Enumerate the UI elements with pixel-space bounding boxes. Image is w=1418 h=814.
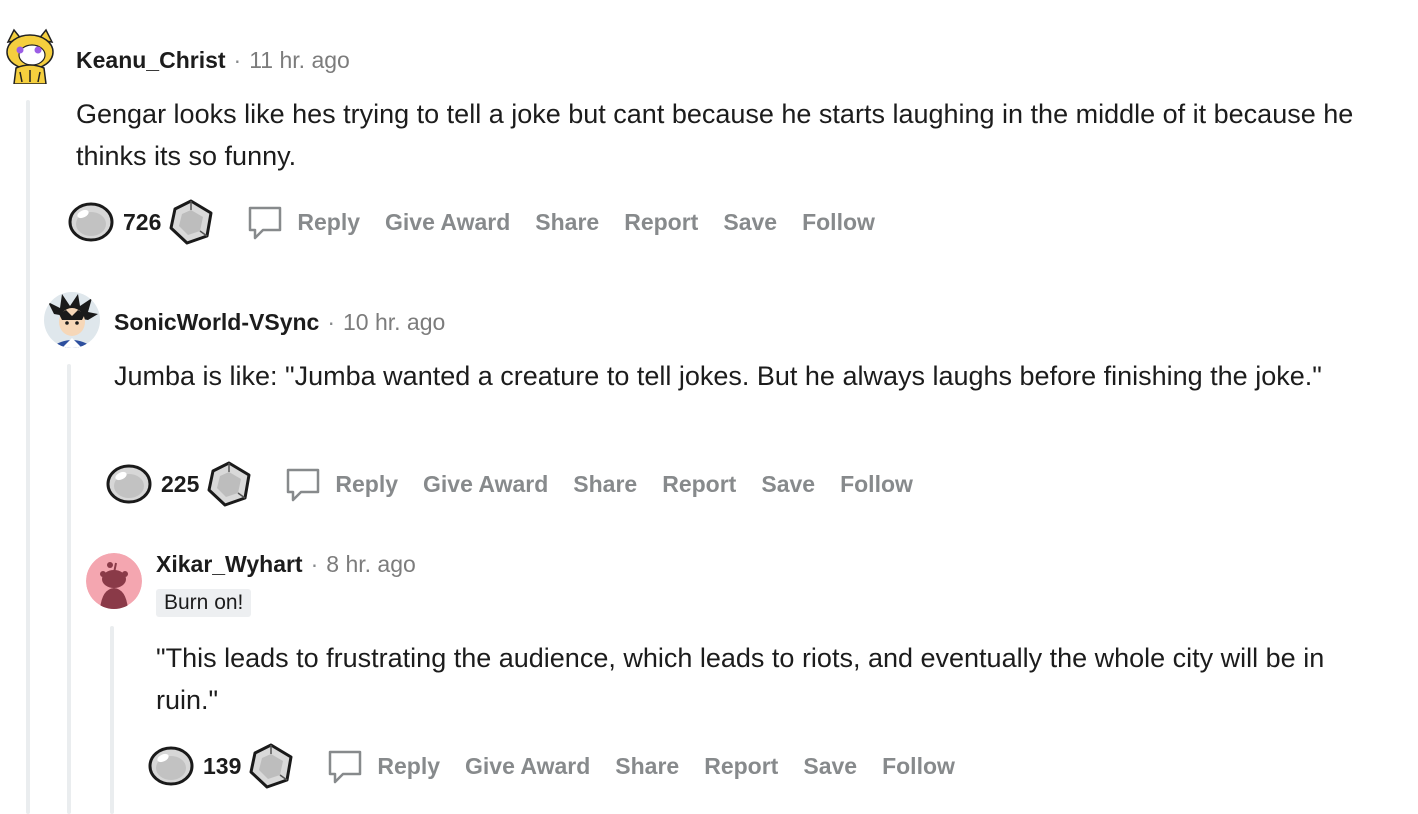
reply-button[interactable]: Reply xyxy=(377,753,440,780)
reply-icon[interactable] xyxy=(283,464,323,504)
thread-line-level-1[interactable] xyxy=(26,100,30,814)
share-button[interactable]: Share xyxy=(535,209,599,236)
vote-score: 139 xyxy=(203,752,242,779)
reply-button[interactable]: Reply xyxy=(335,471,398,498)
save-button[interactable]: Save xyxy=(723,209,777,236)
share-button[interactable]: Share xyxy=(573,471,637,498)
give-award-button[interactable]: Give Award xyxy=(423,471,548,498)
share-button[interactable]: Share xyxy=(615,753,679,780)
comment-action-bar: 225 Reply Give Award Share Report Save F… xyxy=(105,460,938,508)
comment-body: Jumba is like: "Jumba wanted a creature … xyxy=(114,361,1322,391)
save-button[interactable]: Save xyxy=(803,753,857,780)
user-avatar[interactable] xyxy=(44,292,100,348)
snoo-cat-avatar-icon xyxy=(6,28,54,84)
upvote-orb-icon[interactable] xyxy=(105,462,153,506)
report-button[interactable]: Report xyxy=(704,753,778,780)
save-button[interactable]: Save xyxy=(761,471,815,498)
upvote-orb-icon[interactable] xyxy=(147,744,195,788)
upvote-orb-icon[interactable] xyxy=(67,200,115,244)
downvote-crystal-icon[interactable] xyxy=(205,460,253,508)
user-avatar[interactable] xyxy=(2,28,58,84)
reply-icon[interactable] xyxy=(245,202,285,242)
meta-separator: · xyxy=(327,308,335,335)
downvote-crystal-icon[interactable] xyxy=(167,198,215,246)
follow-button[interactable]: Follow xyxy=(802,209,875,236)
thread-line-level-3[interactable] xyxy=(110,626,114,814)
meta-separator: · xyxy=(310,550,319,577)
vote-score: 726 xyxy=(123,208,162,235)
comment-action-bar: 139 Reply Give Award Share Report Save F… xyxy=(147,742,980,790)
comment-action-bar: 726 Reply Give Award Share Report Save F… xyxy=(67,198,900,246)
meta-separator: · xyxy=(233,46,242,73)
give-award-button[interactable]: Give Award xyxy=(385,209,510,236)
username[interactable]: Keanu_Christ xyxy=(76,47,226,74)
username[interactable]: SonicWorld-VSync xyxy=(114,309,319,336)
comment-header: Xikar_Wyhart · 8 hr. ago xyxy=(156,549,416,579)
report-button[interactable]: Report xyxy=(624,209,698,236)
user-avatar[interactable] xyxy=(86,553,142,609)
comment-body: Gengar looks like hes trying to tell a j… xyxy=(76,99,1354,171)
downvote-crystal-icon[interactable] xyxy=(247,742,295,790)
comment-header: SonicWorld-VSync · 10 hr. ago xyxy=(114,307,445,337)
reply-button[interactable]: Reply xyxy=(297,209,360,236)
reply-icon[interactable] xyxy=(325,746,365,786)
anime-character-avatar-icon xyxy=(44,292,100,348)
follow-button[interactable]: Follow xyxy=(840,471,913,498)
report-button[interactable]: Report xyxy=(662,471,736,498)
username[interactable]: Xikar_Wyhart xyxy=(156,551,303,578)
comment-header: Keanu_Christ · 11 hr. ago xyxy=(76,45,350,75)
follow-button[interactable]: Follow xyxy=(882,753,955,780)
give-award-button[interactable]: Give Award xyxy=(465,753,590,780)
comment-timestamp[interactable]: 10 hr. ago xyxy=(343,309,445,336)
comment-timestamp[interactable]: 8 hr. ago xyxy=(326,551,416,578)
user-flair: Burn on! xyxy=(156,589,252,617)
comment-timestamp[interactable]: 11 hr. ago xyxy=(249,47,350,74)
thread-line-level-2[interactable] xyxy=(67,364,71,814)
vote-score: 225 xyxy=(161,470,200,497)
default-snoo-avatar-icon xyxy=(86,553,142,609)
comment-body: "This leads to frustrating the audience,… xyxy=(156,643,1325,715)
